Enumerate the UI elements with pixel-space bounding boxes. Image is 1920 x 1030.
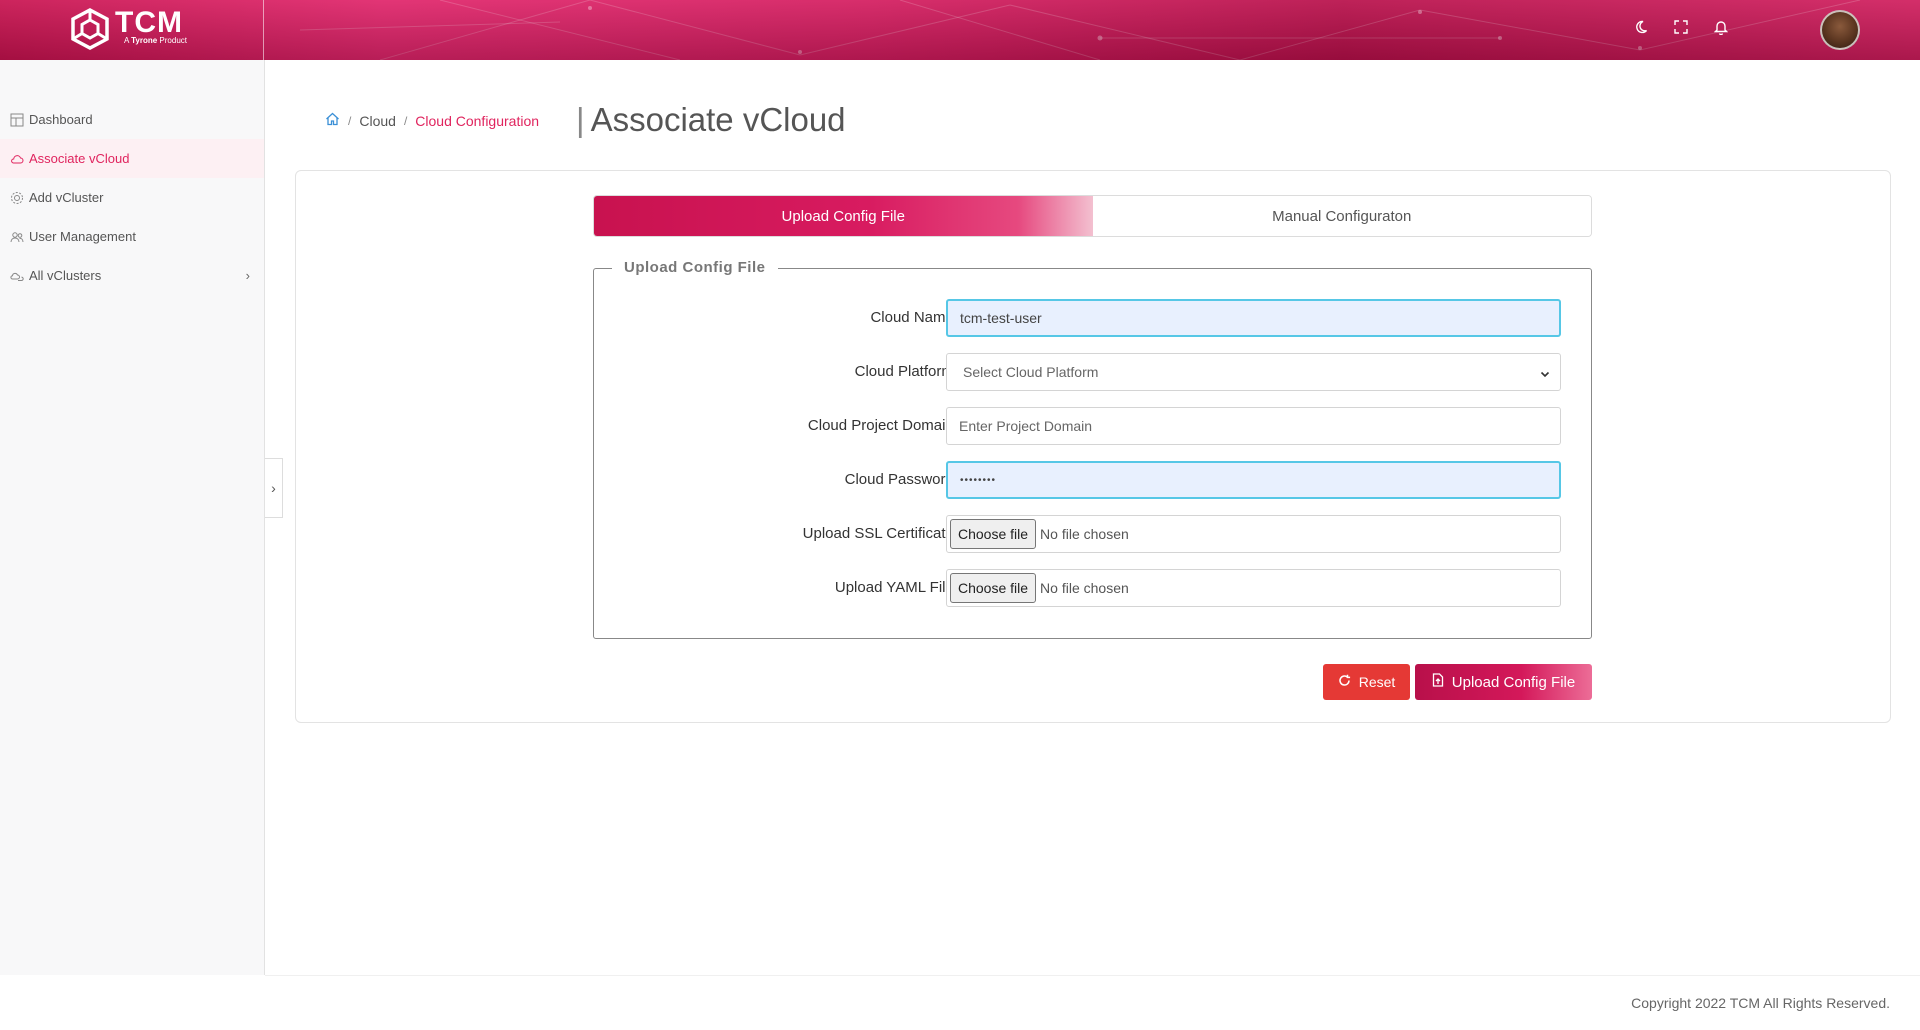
user-avatar[interactable] xyxy=(1820,10,1860,50)
cloud-password-value: •••••••• xyxy=(960,474,997,486)
copyright-text: Copyright 2022 TCM All Rights Reserved. xyxy=(1631,995,1890,1011)
page-title: | Associate vCloud xyxy=(576,101,846,139)
reset-button[interactable]: Reset xyxy=(1323,664,1410,700)
tagline-brand: Tyrone xyxy=(131,36,158,45)
cluster-icon xyxy=(10,191,24,205)
logo-area[interactable]: TCM A Tyrone Product xyxy=(0,0,264,60)
sidebar-item-label: All vClusters xyxy=(29,268,102,283)
refresh-icon xyxy=(1338,674,1351,690)
cloud-password-row: Cloud Password: •••••••• xyxy=(594,461,1593,501)
cloud-platform-row: Cloud Platform: Select Cloud Platform xyxy=(594,353,1593,393)
cloud-icon xyxy=(10,152,24,166)
tab-manual-configuration[interactable]: Manual Configuraton xyxy=(1092,196,1591,236)
sidebar-nav: Dashboard Associate vCloud Add vCluster … xyxy=(0,100,264,295)
project-domain-row: Cloud Project Domain: Enter Project Doma… xyxy=(594,407,1593,447)
ssl-cert-label: Upload SSL Certificate: xyxy=(802,525,958,542)
sidebar-item-label: Associate vCloud xyxy=(29,151,130,166)
tagline-suffix: Product xyxy=(157,36,187,45)
breadcrumb-cloud-configuration: Cloud Configuration xyxy=(415,112,540,129)
header-actions xyxy=(1632,18,1730,36)
yaml-file-input[interactable]: Choose file No file chosen xyxy=(946,569,1561,607)
upload-label: Upload Config File xyxy=(1451,673,1576,691)
ssl-file-status: No file chosen xyxy=(1040,526,1129,542)
project-domain-label: Cloud Project Domain: xyxy=(807,417,958,434)
config-tabs: Upload Config File Manual Configuraton xyxy=(593,195,1592,237)
upload-file-icon xyxy=(1432,673,1444,691)
sidebar-item-label: Dashboard xyxy=(29,112,93,127)
ssl-cert-file-input[interactable]: Choose file No file chosen xyxy=(946,515,1561,553)
reset-label: Reset xyxy=(1358,674,1396,690)
title-divider: | xyxy=(576,101,585,138)
upload-config-fieldset: Upload Config File Cloud Name: tcm-test-… xyxy=(593,259,1593,639)
top-header: TCM A Tyrone Product xyxy=(0,0,1920,60)
home-icon[interactable] xyxy=(325,112,340,129)
cloud-name-row: Cloud Name: tcm-test-user xyxy=(594,299,1593,339)
brand-name: TCM xyxy=(115,6,183,39)
chevron-right-icon: › xyxy=(245,268,250,283)
brand-tagline: A Tyrone Product xyxy=(124,36,187,45)
breadcrumb-cloud[interactable]: Cloud xyxy=(359,113,396,129)
cloud-name-value: tcm-test-user xyxy=(960,310,1042,326)
clusters-icon xyxy=(10,269,24,283)
sidebar-item-add-vcluster[interactable]: Add vCluster xyxy=(0,178,264,217)
footer: Copyright 2022 TCM All Rights Reserved. xyxy=(265,975,1920,1030)
tab-upload-config-file[interactable]: Upload Config File xyxy=(594,196,1093,236)
cloud-platform-label: Cloud Platform: xyxy=(854,363,958,380)
sidebar-item-dashboard[interactable]: Dashboard xyxy=(0,100,264,139)
sidebar-item-user-management[interactable]: User Management xyxy=(0,217,264,256)
ssl-choose-file-button[interactable]: Choose file xyxy=(950,519,1037,549)
sidebar-item-label: User Management xyxy=(29,229,136,244)
theme-moon-icon[interactable] xyxy=(1632,18,1650,36)
fieldset-legend: Upload Config File xyxy=(612,259,778,276)
project-domain-input[interactable]: Enter Project Domain xyxy=(946,407,1561,445)
yaml-file-status: No file chosen xyxy=(1040,580,1129,596)
page-title-text: Associate vCloud xyxy=(590,101,846,138)
breadcrumb: / Cloud / Cloud Configuration xyxy=(325,112,539,129)
chevron-down-icon xyxy=(1540,366,1550,382)
fullscreen-icon[interactable] xyxy=(1672,18,1690,36)
yaml-choose-file-button[interactable]: Choose file xyxy=(950,573,1037,603)
cloud-platform-selected: Select Cloud Platform xyxy=(963,364,1099,380)
sidebar-item-label: Add vCluster xyxy=(29,190,104,205)
ssl-cert-row: Upload SSL Certificate: Choose file No f… xyxy=(594,515,1593,555)
users-icon xyxy=(10,230,24,244)
project-domain-placeholder: Enter Project Domain xyxy=(959,418,1093,434)
chevron-right-icon: › xyxy=(271,480,276,496)
cloud-name-input[interactable]: tcm-test-user xyxy=(946,299,1561,337)
cloud-platform-select[interactable]: Select Cloud Platform xyxy=(946,353,1561,391)
sidebar-item-all-vclusters[interactable]: All vClusters › xyxy=(0,256,264,295)
cloud-password-label: Cloud Password: xyxy=(844,471,958,488)
cloud-name-label: Cloud Name: xyxy=(870,309,958,326)
yaml-file-row: Upload YAML File: Choose file No file ch… xyxy=(594,569,1593,609)
breadcrumb-separator: / xyxy=(348,113,352,128)
upload-config-file-button[interactable]: Upload Config File xyxy=(1415,664,1592,700)
sidebar-item-associate-vcloud[interactable]: Associate vCloud xyxy=(0,139,264,178)
tcm-logo-icon xyxy=(71,8,109,50)
dashboard-icon xyxy=(10,113,24,127)
breadcrumb-separator: / xyxy=(403,113,408,128)
cloud-password-input[interactable]: •••••••• xyxy=(946,461,1561,499)
bell-icon[interactable] xyxy=(1712,18,1730,36)
sidebar-collapse-toggle[interactable]: › xyxy=(265,458,283,518)
sidebar: Dashboard Associate vCloud Add vCluster … xyxy=(0,60,265,975)
yaml-file-label: Upload YAML File: xyxy=(834,579,958,596)
